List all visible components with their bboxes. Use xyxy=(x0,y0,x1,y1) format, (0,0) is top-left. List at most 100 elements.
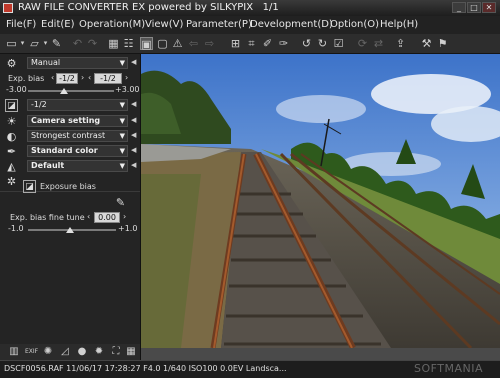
exp-bias-slider-thumb[interactable] xyxy=(60,88,68,94)
rotate-left-icon[interactable]: ↺ xyxy=(300,37,313,50)
bias-preset-icon[interactable]: ◪ xyxy=(5,99,18,112)
refresh-icon[interactable]: ⟳ xyxy=(356,37,369,50)
menu-help[interactable]: Help(H) xyxy=(380,19,418,30)
exp-bias-decrement[interactable]: ‹ xyxy=(51,73,54,82)
expand-arrow-icon[interactable]: ◀ xyxy=(131,161,136,169)
sharpness-icon[interactable]: ◭ xyxy=(5,160,18,173)
warning-icon[interactable]: ⚠ xyxy=(171,37,184,50)
expand-arrow-icon[interactable]: ◀ xyxy=(131,116,136,124)
exposure-mode-select[interactable]: Manual ▼ xyxy=(27,57,128,69)
prev-image-icon[interactable]: ⇦ xyxy=(187,37,200,50)
crop-grid-icon[interactable]: ⊞ xyxy=(229,37,242,50)
auto-bias-icon[interactable]: ✎ xyxy=(114,196,127,209)
bias-preset-select[interactable]: -1/2 ▼ xyxy=(27,99,128,111)
grid-view-icon[interactable]: ▦ xyxy=(107,37,120,50)
sharpness-select[interactable]: Default ▼ xyxy=(27,160,128,172)
sphere-icon[interactable]: ● xyxy=(76,346,88,358)
app-icon[interactable] xyxy=(3,3,13,13)
exp-bias-decrement-2[interactable]: ‹ xyxy=(88,73,91,82)
expand-arrow-icon[interactable]: ◀ xyxy=(131,131,136,139)
image-viewer[interactable] xyxy=(141,54,500,360)
menu-operation[interactable]: Operation(M) xyxy=(79,19,145,30)
menu-edit[interactable]: Edit(E) xyxy=(41,19,75,30)
exposure-bias-title: Exposure bias xyxy=(40,182,96,191)
minimize-button[interactable]: _ xyxy=(452,2,466,13)
sharpness-row: ◭ Default ▼ ◀ xyxy=(0,160,140,174)
exp-bias-min: -3.00 xyxy=(6,85,27,94)
expand-arrow-icon[interactable]: ◀ xyxy=(131,58,136,66)
status-text: DSCF0056.RAF 11/06/17 17:28:27 F4.0 1/64… xyxy=(4,364,287,373)
export-icon[interactable]: ⇪ xyxy=(394,37,407,50)
color-wheel-icon[interactable]: ✺ xyxy=(42,346,54,358)
exp-bias-value-2[interactable]: -1/2 xyxy=(94,73,122,84)
next-image-icon[interactable]: ⇨ xyxy=(203,37,216,50)
menu-file[interactable]: File(F) xyxy=(6,19,36,30)
fine-tune-decrement[interactable]: ‹ xyxy=(87,212,90,221)
fine-tune-max: +1.0 xyxy=(118,224,138,233)
rotate-right-icon[interactable]: ↻ xyxy=(316,37,329,50)
undo-icon[interactable]: ↶ xyxy=(71,37,84,50)
window-title: RAW FILE CONVERTER EX powered by SILKYPI… xyxy=(18,2,279,13)
grid-icon[interactable]: ▦ xyxy=(125,346,137,358)
tools-icon[interactable]: ⚒ xyxy=(420,37,433,50)
histogram-icon[interactable]: ▥ xyxy=(8,346,20,358)
exp-bias-label: Exp. bias xyxy=(8,74,45,83)
white-balance-icon[interactable]: ⌗ xyxy=(245,37,258,50)
eyedropper-icon[interactable]: ✎ xyxy=(50,37,63,50)
check-icon[interactable]: ☑ xyxy=(332,37,345,50)
gray-picker-icon[interactable]: ✑ xyxy=(277,37,290,50)
menu-view[interactable]: View(V) xyxy=(145,19,183,30)
color-row: ✒ Standard color ▼ ◀ xyxy=(0,145,140,159)
sun-icon[interactable]: ☀ xyxy=(5,115,18,128)
viewer-bottom-area[interactable] xyxy=(141,348,500,360)
exposure-settings-icon[interactable]: ⚙ xyxy=(5,57,18,70)
brightness-icon[interactable]: ✹ xyxy=(93,346,105,358)
divider xyxy=(0,191,140,192)
single-view-icon[interactable]: ▣ xyxy=(140,37,153,51)
white-balance-select[interactable]: Camera setting ▼ xyxy=(27,115,128,127)
redo-icon[interactable]: ↷ xyxy=(86,37,99,50)
exif-icon[interactable]: EXIF xyxy=(25,346,38,358)
contrast-row: ◐ Strongest contrast ▼ ◀ xyxy=(0,130,140,144)
pin-icon[interactable]: ⚑ xyxy=(436,37,449,50)
contrast-select[interactable]: Strongest contrast ▼ xyxy=(27,130,128,142)
menu-option[interactable]: Option(O) xyxy=(330,19,379,30)
fit-view-icon[interactable]: ▢ xyxy=(156,37,169,50)
exp-bias-max: +3.00 xyxy=(115,85,140,94)
fine-tune-min: -1.0 xyxy=(8,224,24,233)
white-balance-row: ☀ Camera setting ▼ ◀ xyxy=(0,115,140,129)
title-bar: RAW FILE CONVERTER EX powered by SILKYPI… xyxy=(0,0,500,17)
exp-bias-increment[interactable]: › xyxy=(81,73,84,82)
fullscreen-icon[interactable]: ⛶ xyxy=(110,346,122,358)
status-bar: DSCF0056.RAF 11/06/17 17:28:27 F4.0 1/64… xyxy=(0,360,500,378)
toolbar: ▭ ▾ ▱ ▾ ✎ ↶ ↷ ▦ ☷ ▣ ▢ ⚠ ⇦ ⇨ ⊞ ⌗ ✐ ✑ ↺ ↻ … xyxy=(0,34,500,54)
noise-reduction-icon[interactable]: ✲ xyxy=(5,175,18,188)
page-indicator: 1/1 xyxy=(262,2,279,13)
contrast-icon[interactable]: ◐ xyxy=(5,130,18,143)
fine-tune-value[interactable]: 0.00 xyxy=(94,212,120,223)
exposure-bias-tab-icon[interactable]: ◪ xyxy=(23,180,36,193)
panel-bottom-bar: ▥ EXIF ✺ ◿ ● ✹ ⛶ ▦ xyxy=(0,344,141,360)
fine-tune-slider-thumb[interactable] xyxy=(66,227,74,233)
pen-color-icon[interactable]: ✒ xyxy=(5,145,18,158)
maximize-button[interactable]: □ xyxy=(467,2,481,13)
menu-parameter[interactable]: Parameter(P) xyxy=(186,19,252,30)
color-select[interactable]: Standard color ▼ xyxy=(27,145,128,157)
expand-arrow-icon[interactable]: ◀ xyxy=(131,100,136,108)
photo-railway-tracks xyxy=(141,54,500,348)
close-button[interactable]: ✕ xyxy=(482,2,496,13)
list-view-icon[interactable]: ☷ xyxy=(122,37,135,50)
exposure-mode-row: ⚙ Manual ▼ ◀ xyxy=(0,57,140,71)
flip-icon[interactable]: ⇄ xyxy=(372,37,385,50)
exp-bias-slider-track[interactable] xyxy=(28,90,114,92)
bias-preset-row: ◪ -1/2 ▼ ◀ xyxy=(0,99,140,113)
exp-bias-increment-2[interactable]: › xyxy=(125,73,128,82)
exp-bias-value[interactable]: -1/2 xyxy=(56,73,78,84)
tone-curve-icon[interactable]: ◿ xyxy=(59,346,71,358)
menu-development[interactable]: Development(D) xyxy=(250,19,333,30)
watermark: SOFTMANIA xyxy=(414,362,484,375)
fine-tune-label: Exp. bias fine tune xyxy=(10,213,85,222)
expand-arrow-icon[interactable]: ◀ xyxy=(131,146,136,154)
fine-tune-increment[interactable]: › xyxy=(123,212,126,221)
tone-picker-icon[interactable]: ✐ xyxy=(261,37,274,50)
